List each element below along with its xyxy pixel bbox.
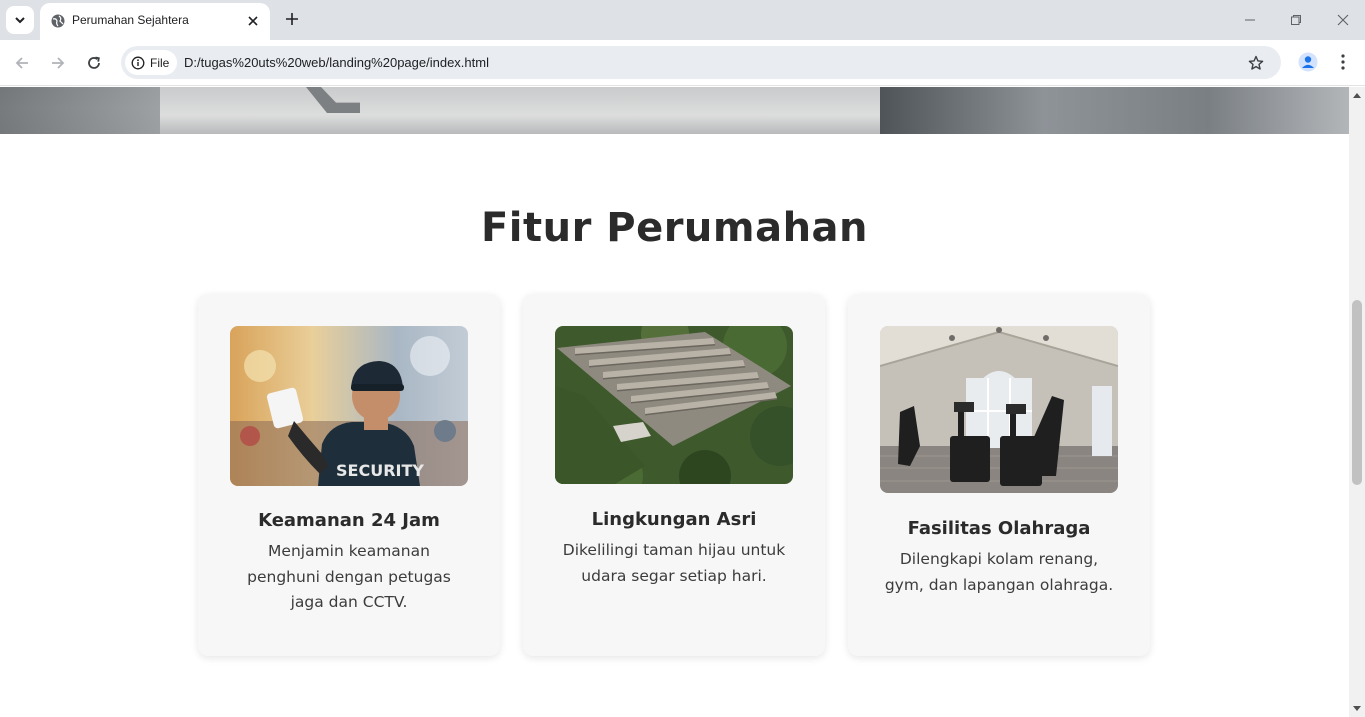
close-icon[interactable] xyxy=(244,12,262,30)
tab-title: Perumahan Sejahtera xyxy=(72,13,189,27)
tab-search-button[interactable] xyxy=(6,6,34,34)
feature-title: Keamanan 24 Jam xyxy=(258,510,440,531)
profile-button[interactable] xyxy=(1296,50,1320,74)
new-tab-button[interactable] xyxy=(282,9,302,29)
person-icon xyxy=(1298,52,1318,72)
bookmark-button[interactable] xyxy=(1245,52,1267,74)
feature-description: Menjamin keamanan penghuni dengan petuga… xyxy=(247,542,451,611)
section-title: Fitur Perumahan xyxy=(480,205,869,251)
minimize-button[interactable] xyxy=(1238,8,1262,32)
scrollbar-thumb[interactable] xyxy=(1352,300,1362,485)
security-guard-image: SECURITY xyxy=(230,326,468,486)
reload-icon xyxy=(88,56,100,69)
minimize-icon xyxy=(1245,19,1255,21)
feature-card-security: SECURITY Keamanan 24 Jam Menjamin keaman… xyxy=(198,294,500,656)
feature-description: Dikelilingi taman hijau untuk udara sega… xyxy=(562,541,786,585)
address-bar[interactable]: File D:/tugas%20uts%20web/landing%20page… xyxy=(121,46,1281,79)
scroll-up-arrow[interactable] xyxy=(1353,91,1361,99)
close-icon xyxy=(1337,14,1349,26)
security-patch-text: SECURITY xyxy=(336,461,424,480)
feature-title: Lingkungan Asri xyxy=(591,509,757,530)
hero-image xyxy=(0,87,1349,134)
restore-button[interactable] xyxy=(1284,8,1308,32)
browser-tabstrip: Perumahan Sejahtera xyxy=(0,0,1365,40)
page-scrollbar[interactable] xyxy=(1349,87,1365,717)
browser-tab-active[interactable]: Perumahan Sejahtera xyxy=(40,3,270,40)
arrow-right-icon xyxy=(52,57,65,69)
star-icon xyxy=(1248,55,1264,70)
browser-toolbar: File D:/tugas%20uts%20web/landing%20page… xyxy=(0,40,1365,86)
feature-card-sports: Fasilitas Olahraga Dilengkapi kolam rena… xyxy=(848,294,1150,656)
arrow-left-icon xyxy=(15,57,28,69)
gym-room-image xyxy=(880,326,1118,493)
reload-button[interactable] xyxy=(82,51,106,75)
info-icon xyxy=(131,56,145,69)
page-viewport: Fitur Perumahan SECURITY Keamanan 24 Jam… xyxy=(0,87,1349,717)
kebab-menu-icon xyxy=(1341,54,1345,70)
green-neighborhood-image xyxy=(555,326,793,484)
feature-description: Dilengkapi kolam renang, gym, dan lapang… xyxy=(884,550,1114,594)
scroll-down-arrow[interactable] xyxy=(1353,705,1361,713)
url-text[interactable]: D:/tugas%20uts%20web/landing%20page/inde… xyxy=(184,55,489,70)
browser-menu-button[interactable] xyxy=(1333,50,1353,74)
forward-button[interactable] xyxy=(46,51,70,75)
feature-title: Fasilitas Olahraga xyxy=(907,518,1091,539)
globe-icon xyxy=(50,13,66,33)
site-chip-label: File xyxy=(150,55,170,70)
restore-icon xyxy=(1291,15,1301,25)
site-info-chip[interactable]: File xyxy=(125,50,177,75)
chevron-down-icon xyxy=(15,17,25,24)
back-button[interactable] xyxy=(10,51,34,75)
close-window-button[interactable] xyxy=(1331,8,1355,32)
feature-card-environment: Lingkungan Asri Dikelilingi taman hijau … xyxy=(523,294,825,656)
plus-icon xyxy=(286,13,298,25)
